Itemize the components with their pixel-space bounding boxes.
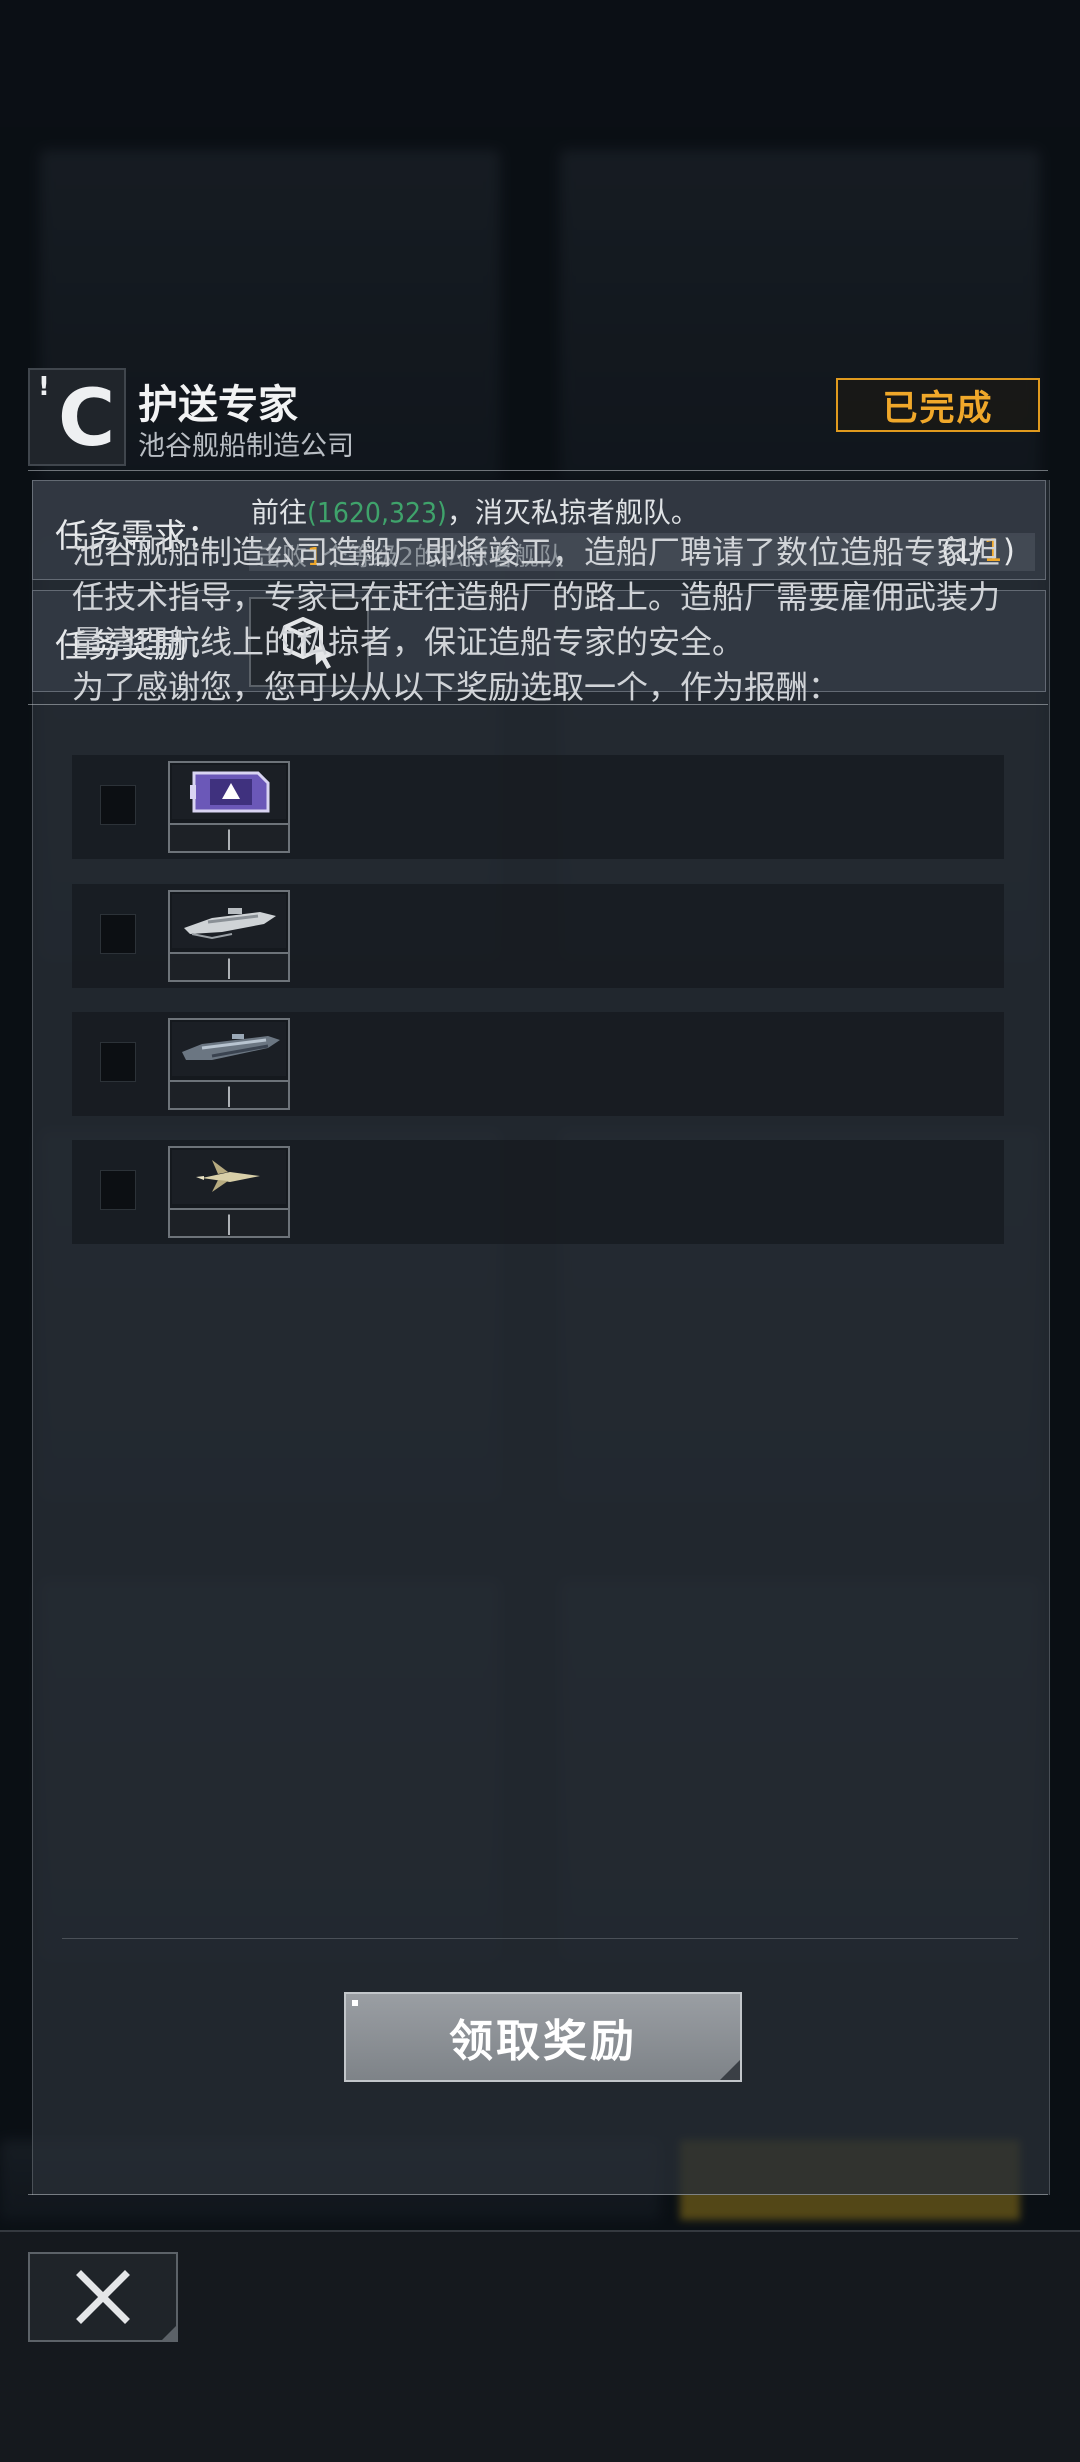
company-logo: ! C [28,368,126,466]
dark-cruiser-icon [172,1022,286,1076]
description-paragraph: 池谷舰船制造公司造船厂即将竣工，造船厂聘请了数位造船专家担任技术指导，专家已在赶… [72,533,1001,661]
divider [28,2194,1048,2195]
reward-option[interactable]: | [72,1140,1004,1244]
option-item[interactable]: | [168,761,290,853]
option-item[interactable]: | [168,890,290,982]
logo-mark-letter: C [58,374,115,464]
bottom-bar [0,2230,1080,2462]
option-item[interactable]: | [168,1018,290,1110]
purple-module-icon [172,765,286,819]
quest-company: 池谷舰船制造公司 [138,431,354,462]
quest-description: 池谷舰船制造公司造船厂即将竣工，造船厂聘请了数位造船专家担任技术指导，专家已在赶… [72,530,1012,710]
logo-mark-bang: ! [38,372,50,402]
option-checkbox[interactable] [100,1170,136,1210]
requirement-text: 前往(1620,323)，消灭私掠者舰队。 [251,491,699,531]
requirement-suffix: ，消灭私掠者舰队。 [446,496,699,529]
quest-dialog: ! C 护送专家 池谷舰船制造公司 已完成 任务需求： 前往(1620,323)… [28,230,1050,2195]
option-checkbox[interactable] [100,785,136,825]
reward-option[interactable]: | [72,884,1004,988]
white-warship-icon [172,894,286,948]
option-count: | [170,1208,288,1236]
close-icon [76,2270,130,2324]
option-count: | [170,1080,288,1108]
claim-reward-button[interactable]: 领取奖励 [344,1992,742,2082]
quest-header: ! C 护送专家 池谷舰船制造公司 已完成 [28,368,1048,468]
coords-link[interactable]: (1620,323) [307,496,447,529]
divider [28,470,1048,471]
close-button[interactable] [28,2252,178,2342]
status-badge: 已完成 [836,378,1040,432]
footer-divider [62,1938,1018,1939]
requirement-prefix: 前往 [251,496,308,529]
option-checkbox[interactable] [100,914,136,954]
reward-option[interactable]: | [72,755,1004,859]
option-item[interactable]: | [168,1146,290,1238]
option-checkbox[interactable] [100,1042,136,1082]
quest-title: 护送专家 [138,382,298,428]
option-count: | [170,823,288,851]
reward-choose-text: 为了感谢您，您可以从以下奖励选取一个，作为报酬： [72,668,841,706]
option-count: | [170,952,288,980]
gold-fighter-icon [172,1150,286,1204]
reward-option[interactable]: | [72,1012,1004,1116]
